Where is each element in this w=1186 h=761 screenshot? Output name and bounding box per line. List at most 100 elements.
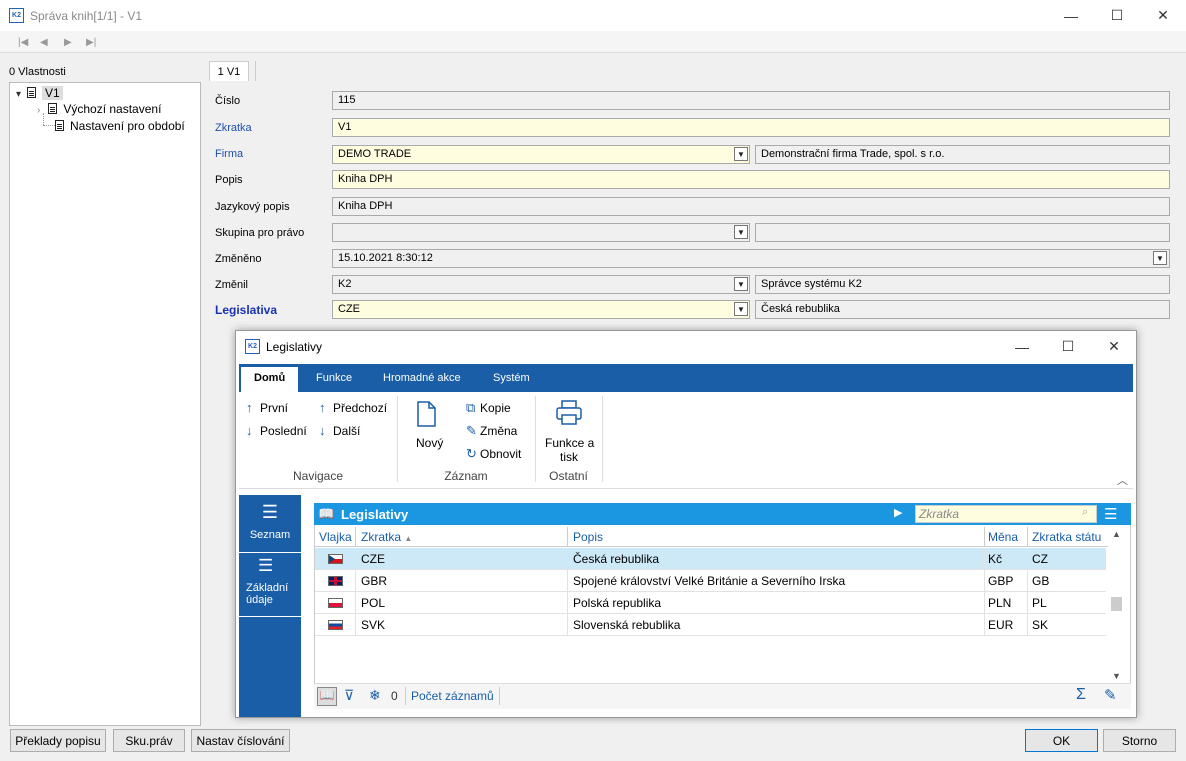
legislativa-name-field: Česká rebublika bbox=[755, 300, 1170, 319]
novy-button[interactable]: Nový bbox=[416, 436, 443, 450]
collapse-ribbon-icon[interactable]: ︿ bbox=[1117, 472, 1128, 488]
maximize-button[interactable]: ☐ bbox=[1094, 0, 1140, 31]
side-item-zakladni-udaje[interactable]: ☰ Základní údaje bbox=[239, 557, 301, 617]
tab-funkce[interactable]: Funkce bbox=[303, 364, 365, 392]
nastav-cislovani-button[interactable]: Nastav číslování bbox=[191, 729, 290, 752]
col-popis[interactable]: Popis bbox=[573, 530, 603, 544]
zmeneno-field[interactable]: 15.10.2021 8:30:12 bbox=[332, 249, 1170, 268]
zmeneno-dropdown-icon[interactable]: ▼ bbox=[1153, 251, 1167, 265]
book-view-icon[interactable]: 📖 bbox=[317, 687, 337, 706]
document-icon bbox=[55, 120, 64, 131]
jazykovy-popis-field[interactable]: Kniha DPH bbox=[332, 197, 1170, 216]
label-legislativa: Legislativa bbox=[215, 303, 278, 317]
dialog-maximize-button[interactable]: ☐ bbox=[1045, 331, 1091, 362]
tree-root[interactable]: ▾ V1 bbox=[16, 86, 63, 100]
flag-sk-icon bbox=[328, 620, 343, 630]
label-popis: Popis bbox=[215, 174, 243, 186]
title-bar: K2 Správa knih[1/1] - V1 — ☐ ✕ bbox=[0, 0, 1186, 31]
arrow-up-icon: ↑ bbox=[319, 400, 326, 415]
predchozi-button[interactable]: ↑ Předchozí bbox=[319, 400, 387, 415]
grid-menu-icon[interactable]: ☰ bbox=[1104, 505, 1117, 523]
legislativa-field[interactable]: CZE bbox=[332, 300, 750, 319]
zkratka-field[interactable]: V1 bbox=[332, 118, 1170, 137]
tab-system[interactable]: Systém bbox=[480, 364, 543, 392]
zmena-button[interactable]: ✎ Změna bbox=[466, 423, 517, 439]
col-zkratka-statu[interactable]: Zkratka státu bbox=[1032, 530, 1101, 544]
firma-name-field: Demonstrační firma Trade, spol. s r.o. bbox=[755, 145, 1170, 164]
search-icon[interactable]: ⌕ bbox=[1082, 506, 1088, 519]
label-cislo: Číslo bbox=[215, 95, 241, 107]
col-zkratka[interactable]: Zkratka ▲ bbox=[361, 530, 412, 544]
zmenil-dropdown-icon[interactable]: ▼ bbox=[734, 277, 748, 291]
posledni-button[interactable]: ↓ Poslední bbox=[246, 423, 307, 438]
sku-prav-button[interactable]: Sku.práv bbox=[113, 729, 185, 752]
obnovit-button[interactable]: ↻ Obnovit bbox=[466, 446, 521, 462]
table-row[interactable]: SVK Slovenská rebublika EUR SK bbox=[314, 614, 1106, 636]
tree-header[interactable]: 0 Vlastnosti bbox=[9, 66, 66, 78]
grid-title: Legislativy bbox=[341, 507, 409, 522]
vertical-scrollbar[interactable]: ▲ ▼ bbox=[1108, 527, 1125, 683]
close-button[interactable]: ✕ bbox=[1140, 0, 1186, 31]
ribbon-tabs: Domů Funkce Hromadné akce Systém bbox=[239, 364, 1133, 392]
last-record-icon[interactable]: ▶| bbox=[86, 37, 96, 48]
tree-item-obdobi[interactable]: Nastavení pro období bbox=[55, 119, 185, 133]
printer-icon[interactable] bbox=[555, 399, 583, 427]
preklady-popisu-button[interactable]: Překlady popisu bbox=[10, 729, 106, 752]
kopie-button[interactable]: ⧉ Kopie bbox=[466, 400, 511, 416]
ok-button[interactable]: OK bbox=[1025, 729, 1098, 752]
window-title: Správa knih[1/1] - V1 bbox=[30, 9, 143, 23]
table-row[interactable]: GBR Spojené království Velké Británie a … bbox=[314, 570, 1106, 592]
chevron-down-icon[interactable]: ▾ bbox=[16, 89, 21, 100]
tab-domu[interactable]: Domů bbox=[241, 367, 299, 392]
pocet-zaznamu-label[interactable]: Počet záznamů bbox=[411, 689, 494, 703]
minimize-button[interactable]: — bbox=[1048, 0, 1094, 31]
record-count: 0 bbox=[391, 689, 398, 703]
snowflake-icon[interactable]: ❄ bbox=[369, 687, 381, 704]
table-row[interactable]: POL Polská republika PLN PL bbox=[314, 592, 1106, 614]
new-document-icon[interactable] bbox=[415, 400, 439, 428]
skupina-dropdown-icon[interactable]: ▼ bbox=[734, 225, 748, 239]
zmenil-field[interactable]: K2 bbox=[332, 275, 750, 294]
side-item-seznam[interactable]: ☰ Seznam bbox=[239, 503, 301, 553]
storno-button[interactable]: Storno bbox=[1103, 729, 1176, 752]
dialog-close-button[interactable]: ✕ bbox=[1091, 331, 1137, 362]
cislo-field[interactable]: 115 bbox=[332, 91, 1170, 110]
tree-item-vychozi[interactable]: › Výchozí nastavení bbox=[37, 102, 161, 116]
first-record-icon[interactable]: |◀ bbox=[18, 37, 28, 48]
record-nav-toolbar: |◀ ◀ ▶ ▶| bbox=[0, 31, 1186, 53]
grid-status-bar: 📖 ⊽ ❄ 0 Počet záznamů Σ ✎ bbox=[314, 683, 1131, 709]
filter-icon[interactable]: ⊽ bbox=[344, 687, 354, 704]
tab-v1[interactable]: 1 V1 bbox=[209, 61, 249, 81]
col-mena[interactable]: Měna bbox=[988, 530, 1018, 544]
chevron-right-icon[interactable]: › bbox=[37, 105, 40, 116]
tab-hromadne-akce[interactable]: Hromadné akce bbox=[370, 364, 474, 392]
label-zkratka: Zkratka bbox=[215, 122, 252, 134]
firma-field[interactable]: DEMO TRADE bbox=[332, 145, 750, 164]
sort-asc-icon: ▲ bbox=[404, 534, 413, 543]
next-record-icon[interactable]: ▶ bbox=[64, 37, 72, 48]
prev-record-icon[interactable]: ◀ bbox=[40, 37, 48, 48]
table-row[interactable]: CZE Česká rebublika Kč CZ bbox=[314, 548, 1106, 570]
col-vlajka[interactable]: Vlajka bbox=[319, 530, 352, 544]
firma-dropdown-icon[interactable]: ▼ bbox=[734, 147, 748, 161]
grid-column-headers: Vlajka Zkratka ▲ Popis Měna Zkratka stát… bbox=[314, 527, 1108, 547]
funkce-tisk-button[interactable]: Funkce a tisk bbox=[545, 436, 594, 464]
label-skupina: Skupina pro právo bbox=[215, 227, 305, 239]
legislativa-dropdown-icon[interactable]: ▼ bbox=[734, 302, 748, 316]
book-icon: 📖 bbox=[318, 506, 335, 521]
search-input[interactable]: Zkratka bbox=[915, 505, 1097, 523]
flag-pl-icon bbox=[328, 598, 343, 608]
label-firma: Firma bbox=[215, 148, 244, 160]
dialog-minimize-button[interactable]: — bbox=[999, 331, 1045, 362]
skupina-field[interactable] bbox=[332, 223, 750, 242]
sum-icon[interactable]: Σ bbox=[1076, 686, 1086, 704]
dalsi-button[interactable]: ↓ Další bbox=[319, 423, 360, 438]
group-ostatni-label: Ostatní bbox=[549, 469, 588, 483]
popis-field[interactable]: Kniha DPH bbox=[332, 170, 1170, 189]
label-zmeneno: Změněno bbox=[215, 253, 262, 265]
prvni-button[interactable]: ↑ První bbox=[246, 400, 288, 415]
label-jazykovy-popis: Jazykový popis bbox=[215, 201, 290, 213]
play-dropdown-icon[interactable]: ▶ bbox=[894, 506, 902, 519]
edit-pencil-icon[interactable]: ✎ bbox=[1104, 686, 1117, 704]
side-nav: ☰ Seznam ☰ Základní údaje bbox=[239, 495, 301, 717]
